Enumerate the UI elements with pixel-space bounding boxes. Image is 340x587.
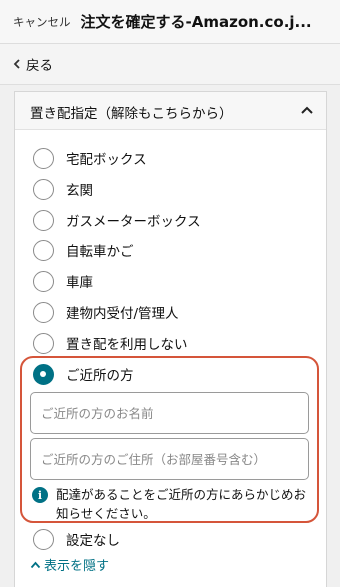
option-label: 自転車かご bbox=[66, 244, 134, 260]
option-label: 車庫 bbox=[66, 275, 93, 291]
page-title: 注文を確定する-Amazon.co.j... bbox=[80, 13, 312, 31]
option-label: 置き配を利用しない bbox=[66, 337, 188, 353]
radio-button[interactable] bbox=[33, 301, 54, 323]
option-delivery-box[interactable]: 宅配ボックス bbox=[33, 145, 147, 171]
option-garage[interactable]: 車庫 bbox=[33, 268, 93, 294]
cancel-button[interactable]: キャンセル bbox=[13, 14, 71, 30]
option-label: 玄関 bbox=[66, 183, 93, 199]
option-gas-meter-box[interactable]: ガスメーターボックス bbox=[33, 207, 201, 233]
neighbor-address-input[interactable] bbox=[30, 438, 309, 480]
section-header[interactable]: 置き配指定（解除もこちらから） bbox=[15, 92, 326, 130]
radio-button[interactable] bbox=[33, 239, 54, 261]
option-label: 建物内受付/管理人 bbox=[66, 306, 179, 322]
back-button[interactable]: 戻る bbox=[26, 54, 53, 74]
option-no-setting[interactable]: 設定なし bbox=[33, 526, 120, 552]
top-bar: キャンセル 注文を確定する-Amazon.co.j... bbox=[0, 0, 340, 44]
option-no-unattended[interactable]: 置き配を利用しない bbox=[33, 330, 188, 356]
info-icon: i bbox=[32, 487, 48, 503]
option-bicycle-basket[interactable]: 自転車かご bbox=[33, 237, 134, 263]
hide-options-label[interactable]: 表示を隠す bbox=[44, 555, 109, 574]
radio-button[interactable] bbox=[33, 209, 54, 231]
radio-button[interactable] bbox=[33, 528, 54, 550]
chevron-up-small-icon bbox=[30, 561, 41, 568]
option-label: 宅配ボックス bbox=[66, 152, 147, 168]
radio-button[interactable] bbox=[33, 147, 54, 169]
radio-button[interactable] bbox=[33, 270, 54, 292]
radio-button-selected[interactable] bbox=[33, 363, 54, 385]
option-neighbor[interactable]: ご近所の方 bbox=[33, 361, 134, 387]
neighbor-name-input[interactable] bbox=[30, 392, 309, 434]
section-title: 置き配指定（解除もこちらから） bbox=[30, 106, 233, 122]
option-label: ご近所の方 bbox=[66, 368, 134, 384]
radio-button[interactable] bbox=[33, 332, 54, 354]
option-label: ガスメーターボックス bbox=[66, 214, 201, 230]
neighbor-notice: 配達があることをご近所の方にあらかじめお知らせください。 bbox=[56, 487, 307, 521]
chevron-up-icon[interactable] bbox=[300, 105, 314, 115]
back-bar[interactable]: 戻る bbox=[0, 44, 340, 85]
hide-options-link[interactable]: 表示を隠す bbox=[30, 555, 109, 574]
radio-button[interactable] bbox=[33, 178, 54, 200]
chevron-left-icon bbox=[13, 59, 20, 69]
option-front-door[interactable]: 玄関 bbox=[33, 176, 93, 202]
option-building-reception[interactable]: 建物内受付/管理人 bbox=[33, 299, 179, 325]
option-label: 設定なし bbox=[66, 533, 120, 549]
